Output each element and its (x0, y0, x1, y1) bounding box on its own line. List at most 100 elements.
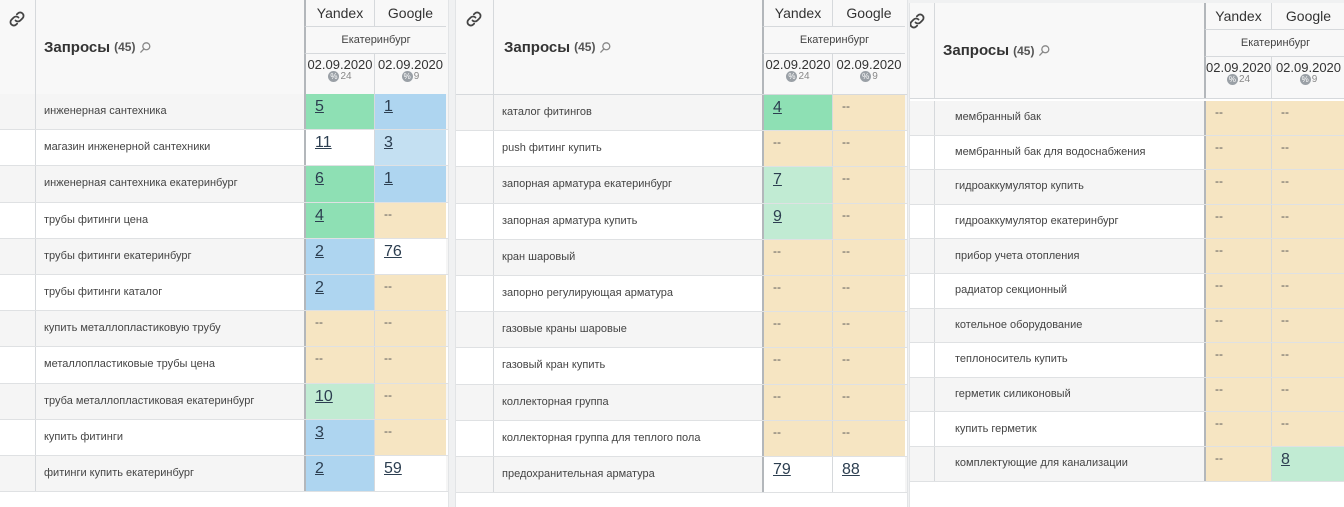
yandex-visibility: % 24 (764, 71, 832, 82)
google-position-empty: -- (842, 316, 850, 331)
queries-count: (45) (574, 40, 596, 54)
yandex-position-link[interactable]: 6 (315, 170, 324, 188)
google-position-cell: 8 (1272, 447, 1344, 481)
google-position-link[interactable]: 59 (384, 460, 402, 478)
table-row: комплектующие для канализации -- 8 (910, 447, 1344, 482)
google-position-cell: -- (833, 239, 905, 275)
google-position-empty: -- (1281, 174, 1289, 189)
yandex-position-link[interactable]: 2 (315, 460, 324, 478)
google-column-header[interactable]: Google (375, 0, 446, 27)
google-position-cell: 1 (375, 94, 446, 130)
query-label: мембранный бак (955, 111, 1041, 124)
yandex-date-header[interactable]: 02.09.2020% 24 (762, 54, 833, 94)
yandex-position-link[interactable]: 3 (315, 424, 324, 442)
query-text: магазин инженерной сантехники (44, 130, 288, 165)
yandex-position-link[interactable]: 4 (773, 99, 782, 117)
query-label: магазин инженерной сантехники (44, 141, 211, 154)
yandex-position-link[interactable]: 4 (315, 207, 324, 225)
query-text: инженерная сантехника (44, 94, 288, 129)
google-position-link[interactable]: 8 (1281, 451, 1290, 469)
yandex-position-empty: -- (773, 352, 781, 367)
query-text: запорная арматура купить (502, 204, 746, 239)
percent-icon: % (1226, 74, 1238, 85)
queries-column-header[interactable]: Запросы (45) (504, 0, 612, 94)
google-position-link[interactable]: 88 (842, 461, 860, 479)
link-cell (456, 312, 494, 348)
google-position-cell: 76 (375, 238, 446, 274)
google-position-cell: 1 (375, 166, 446, 202)
google-column-header[interactable]: Google (1272, 3, 1344, 30)
query-label: купить герметик (955, 422, 1037, 435)
yandex-position-empty: -- (1215, 208, 1223, 223)
query-label: каталог фитингов (502, 106, 592, 119)
table-row: мембранный бак для водоснабжения -- -- (910, 135, 1344, 171)
link-cell (910, 204, 935, 239)
table-row: кран шаровый -- -- (456, 239, 907, 276)
yandex-position-cell: -- (304, 347, 375, 383)
yandex-position-link[interactable]: 2 (315, 279, 324, 297)
yandex-position-link[interactable]: 11 (315, 134, 332, 152)
link-icon[interactable] (465, 10, 483, 28)
queries-title: Запросы (504, 38, 571, 56)
yandex-position-link[interactable]: 9 (773, 208, 782, 226)
google-position-link[interactable]: 1 (384, 170, 393, 188)
table-row: теплоноситель купить -- -- (910, 343, 1344, 378)
yandex-position-link[interactable]: 79 (773, 461, 791, 479)
yandex-position-empty: -- (1215, 381, 1223, 396)
yandex-position-link[interactable]: 2 (315, 243, 324, 261)
queries-column-header[interactable]: Запросы (45) (44, 0, 152, 94)
query-text: push фитинг купить (502, 131, 746, 166)
yandex-position-link[interactable]: 5 (315, 98, 324, 116)
link-column-header (456, 0, 494, 94)
google-position-empty: -- (1281, 381, 1289, 396)
google-date-header[interactable]: 02.09.2020% 9 (1272, 57, 1344, 98)
yandex-position-cell: -- (762, 420, 833, 456)
search-icon[interactable] (599, 41, 612, 54)
yandex-column-header[interactable]: Yandex (304, 0, 375, 27)
table-row: гидроаккумулятор екатеринбург -- -- (910, 204, 1344, 240)
link-icon[interactable] (910, 12, 926, 30)
yandex-date-header[interactable]: 02.09.2020% 24 (304, 54, 375, 94)
google-visibility-value: 9 (872, 71, 878, 83)
query-label: запорная арматура екатеринбург (502, 178, 673, 191)
google-date-header[interactable]: 02.09.2020% 9 (833, 54, 905, 94)
yandex-position-empty: -- (315, 351, 323, 366)
yandex-position-link[interactable]: 7 (773, 171, 782, 189)
region-label: Екатеринбург (1204, 30, 1344, 57)
search-icon[interactable] (139, 41, 152, 54)
link-cell (910, 101, 935, 135)
yandex-date-header[interactable]: 02.09.2020% 24 (1204, 57, 1272, 98)
yandex-position-empty: -- (1215, 105, 1223, 119)
table-row: трубы фитинги екатеринбург 2 76 (0, 238, 448, 275)
yandex-position-cell: -- (1204, 447, 1272, 481)
yandex-position-empty: -- (1215, 243, 1223, 258)
queries-column-header[interactable]: Запросы (45) (943, 3, 1051, 98)
google-visibility: % 9 (833, 71, 905, 82)
google-position-link[interactable]: 1 (384, 98, 393, 116)
yandex-position-cell: -- (1204, 204, 1272, 239)
query-text: газовые краны шаровые (502, 312, 746, 347)
yandex-column-header[interactable]: Yandex (1204, 3, 1272, 30)
google-position-cell: -- (1272, 377, 1344, 412)
yandex-position-cell: 7 (762, 167, 833, 203)
google-column-header[interactable]: Google (833, 0, 905, 27)
table-row: магазин инженерной сантехники 11 3 (0, 130, 448, 167)
google-position-link[interactable]: 76 (384, 243, 402, 261)
link-icon[interactable] (8, 10, 26, 28)
google-position-empty: -- (1281, 278, 1289, 292)
google-date-header[interactable]: 02.09.2020% 9 (375, 54, 446, 94)
table-row: трубы фитинги цена 4 -- (0, 202, 448, 239)
region-label: Екатеринбург (304, 27, 446, 54)
google-position-link[interactable]: 3 (384, 134, 393, 152)
query-label: газовый кран купить (502, 359, 606, 372)
search-icon[interactable] (1038, 44, 1051, 57)
google-visibility: % 9 (1272, 74, 1344, 85)
yandex-position-link[interactable]: 10 (315, 388, 333, 406)
yandex-position-cell: -- (762, 276, 833, 312)
yandex-column-header[interactable]: Yandex (762, 0, 833, 27)
link-column-header (910, 3, 935, 98)
query-text: металлопластиковые трубы цена (44, 347, 288, 382)
google-position-empty: -- (842, 207, 850, 222)
link-cell (910, 135, 935, 170)
link-cell (0, 311, 36, 347)
